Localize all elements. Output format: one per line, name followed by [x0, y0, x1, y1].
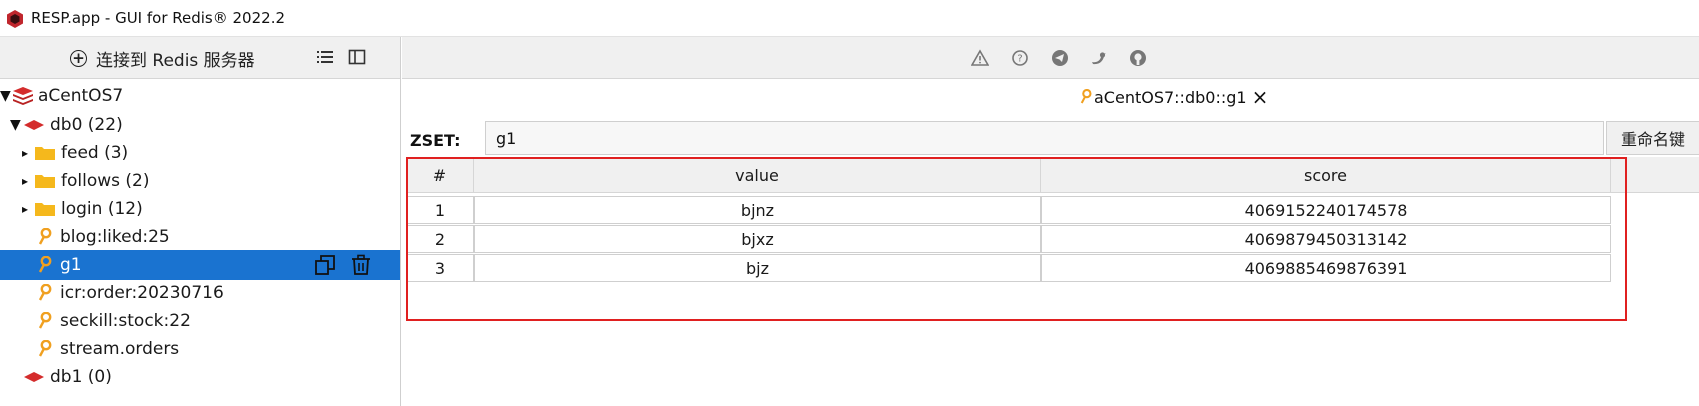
title-bar: RESP.app - GUI for Redis® 2022.2 [0, 0, 1699, 37]
svg-text:?: ? [1017, 54, 1022, 65]
tree-folder-follows[interactable]: ▸ follows (2) [0, 166, 400, 196]
collapsed-arrow-icon[interactable]: ▸ [22, 146, 34, 160]
tab-acentos7-db0-g1[interactable]: aCentOS7::db0::g1 × [1080, 85, 1268, 109]
tree-label: g1 [60, 255, 82, 275]
expanded-arrow-icon[interactable]: ▼ [0, 88, 12, 104]
key-icon [38, 228, 52, 245]
split-panel-icon[interactable] [348, 48, 366, 66]
key-type-label: ZSET: [410, 131, 461, 150]
table-row[interactable]: 3 bjz 4069885469876391 [406, 252, 1699, 283]
folder-icon [35, 147, 55, 160]
tree-label: feed (3) [61, 143, 129, 163]
cell-value: bjxz [474, 225, 1041, 253]
tree-key-blog-liked-25[interactable]: blog:liked:25 [0, 222, 400, 252]
add-circle-icon: + [70, 49, 87, 67]
main-panel: ? aCentOS7::db0::g1 × ZSET: 重命名键 # value [402, 37, 1699, 406]
key-icon [38, 312, 52, 329]
connection-sidebar: + 连接到 Redis 服务器 ▼ aCentOS7 ▼ db0 (22) ▸ … [0, 37, 401, 406]
column-header-value[interactable]: value [474, 157, 1041, 193]
table-header: # value score [406, 157, 1699, 193]
window-title: RESP.app - GUI for Redis® 2022.2 [31, 9, 286, 27]
tree-label: follows (2) [61, 171, 150, 191]
cell-value: bjnz [474, 196, 1041, 224]
folder-icon [35, 203, 55, 216]
cell-index: 2 [406, 225, 474, 253]
copy-icon[interactable] [314, 254, 336, 276]
tree-db-db0[interactable]: ▼ db0 (22) [0, 110, 400, 140]
tree-key-seckill-stock[interactable]: seckill:stock:22 [0, 306, 400, 336]
column-header-index[interactable]: # [406, 157, 474, 193]
table-row[interactable]: 1 bjnz 4069152240174578 [406, 194, 1699, 225]
key-name-input[interactable] [485, 121, 1604, 155]
rename-key-button[interactable]: 重命名键 [1606, 121, 1699, 155]
table-row[interactable]: 2 bjxz 4069879450313142 [406, 223, 1699, 254]
cell-index: 3 [406, 254, 474, 282]
telegram-icon[interactable] [1051, 49, 1069, 67]
server-icon [13, 87, 33, 105]
top-toolbar: ? [402, 37, 1699, 79]
collapsed-arrow-icon[interactable]: ▸ [22, 174, 34, 188]
tree-key-stream-orders[interactable]: stream.orders [0, 334, 400, 364]
folder-icon [35, 175, 55, 188]
list-view-icon[interactable] [316, 48, 334, 66]
tree-label: icr:order:20230716 [60, 283, 224, 303]
sidebar-header: + 连接到 Redis 服务器 [0, 37, 400, 79]
key-icon [1080, 89, 1092, 104]
tree-label: aCentOS7 [38, 86, 124, 106]
row-actions [314, 254, 372, 276]
twitter-icon[interactable] [1090, 49, 1108, 67]
tree-label: db1 (0) [50, 367, 112, 387]
database-icon [24, 120, 44, 130]
cell-index: 1 [406, 196, 474, 224]
tree-server-acentos7[interactable]: ▼ aCentOS7 [0, 81, 400, 111]
key-icon [38, 340, 52, 357]
tree-label: seckill:stock:22 [60, 311, 191, 331]
resp-app-logo-icon [7, 10, 23, 28]
tree-label: blog:liked:25 [60, 227, 170, 247]
column-header-score[interactable]: score [1041, 157, 1611, 193]
cell-score: 4069152240174578 [1041, 196, 1611, 224]
cell-score: 4069879450313142 [1041, 225, 1611, 253]
cell-value: bjz [474, 254, 1041, 282]
help-icon[interactable]: ? [1011, 49, 1029, 67]
tree-folder-feed[interactable]: ▸ feed (3) [0, 138, 400, 168]
tree-key-g1[interactable]: g1 [0, 250, 400, 280]
tree-label: db0 (22) [50, 115, 123, 135]
warning-icon[interactable] [971, 49, 989, 67]
connect-to-redis-button[interactable]: + 连接到 Redis 服务器 [70, 46, 255, 71]
key-icon [38, 256, 52, 273]
tree-db-db1[interactable]: db1 (0) [0, 362, 400, 392]
collapsed-arrow-icon[interactable]: ▸ [22, 202, 34, 216]
cell-score: 4069885469876391 [1041, 254, 1611, 282]
tree-folder-login[interactable]: ▸ login (12) [0, 194, 400, 224]
delete-icon[interactable] [350, 254, 372, 276]
tree-key-icr-order[interactable]: icr:order:20230716 [0, 278, 400, 308]
tree-label: stream.orders [60, 339, 180, 359]
github-icon[interactable] [1129, 49, 1147, 67]
tree-label: login (12) [61, 199, 143, 219]
tab-label: aCentOS7::db0::g1 [1094, 87, 1247, 107]
expanded-arrow-icon[interactable]: ▼ [10, 117, 22, 133]
key-icon [38, 284, 52, 301]
database-icon [24, 372, 44, 382]
zset-table: # value score 1 bjnz 4069152240174578 2 … [406, 157, 1699, 287]
close-tab-icon[interactable]: × [1252, 87, 1269, 107]
connect-label: 连接到 Redis 服务器 [96, 50, 255, 71]
